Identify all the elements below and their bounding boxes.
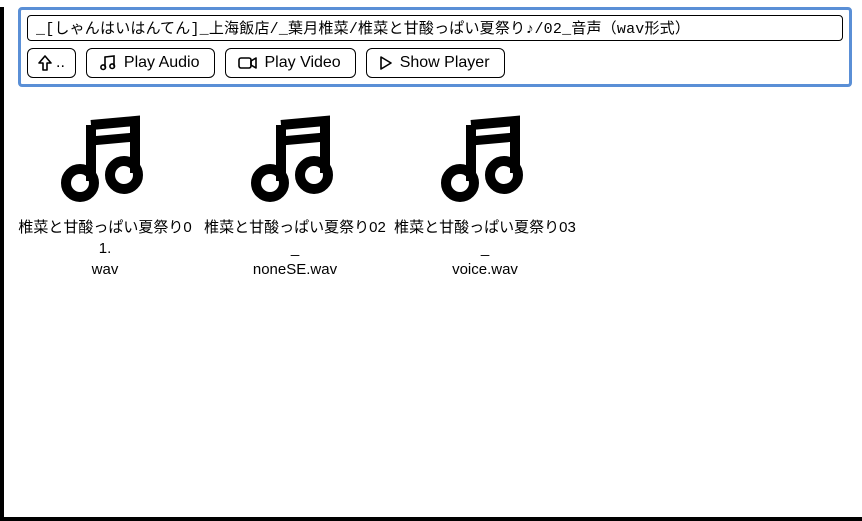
play-triangle-icon (379, 55, 393, 71)
show-player-button[interactable]: Show Player (366, 48, 505, 78)
show-player-label: Show Player (400, 55, 490, 71)
play-audio-button[interactable]: Play Audio (86, 48, 215, 78)
arrow-up-icon (38, 55, 52, 71)
file-label: 椎菜と甘酸っぱい夏祭り03_ voice.wav (394, 217, 576, 280)
play-video-button[interactable]: Play Video (225, 48, 356, 78)
file-grid: 椎菜と甘酸っぱい夏祭り01. wav 椎菜と甘酸っぱい夏祭り02_ noneSE… (4, 91, 862, 284)
music-note-icon (99, 54, 117, 72)
path-input[interactable] (27, 15, 843, 41)
video-camera-icon (238, 55, 258, 71)
audio-file-icon (437, 111, 533, 207)
up-button[interactable]: .. (27, 48, 76, 78)
toolbar: .. Play Audio Play Video (18, 7, 852, 87)
file-label: 椎菜と甘酸っぱい夏祭り02_ noneSE.wav (204, 217, 386, 280)
file-item[interactable]: 椎菜と甘酸っぱい夏祭り01. wav (10, 97, 200, 284)
audio-file-icon (247, 111, 343, 207)
up-button-label: .. (56, 55, 65, 71)
play-video-label: Play Video (265, 55, 341, 71)
file-item[interactable]: 椎菜と甘酸っぱい夏祭り03_ voice.wav (390, 97, 580, 284)
file-item[interactable]: 椎菜と甘酸っぱい夏祭り02_ noneSE.wav (200, 97, 390, 284)
audio-file-icon (57, 111, 153, 207)
play-audio-label: Play Audio (124, 55, 200, 71)
file-label: 椎菜と甘酸っぱい夏祭り01. wav (14, 217, 196, 280)
toolbar-buttons: .. Play Audio Play Video (27, 48, 843, 78)
